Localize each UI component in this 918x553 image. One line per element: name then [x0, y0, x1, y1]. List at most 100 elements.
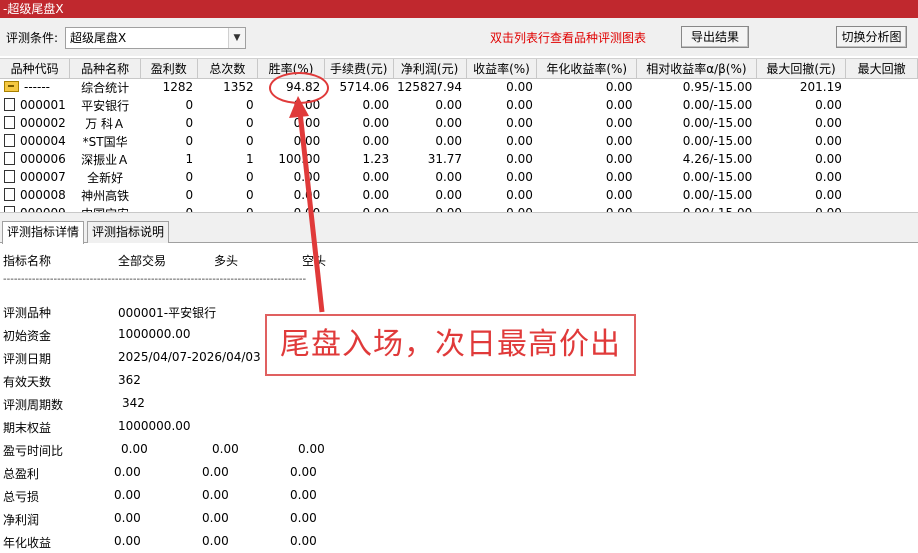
- column-header[interactable]: 年化收益率(%): [536, 59, 638, 79]
- table-row[interactable]: 000009中国宝安000.000.000.000.000.000.00/-15…: [0, 204, 918, 212]
- metric-value-long: 0.00: [202, 488, 229, 502]
- code-text: 000004: [20, 134, 66, 148]
- cell-name: 万 科Ａ: [85, 116, 126, 131]
- metric-label: 盈亏时间比: [3, 444, 64, 458]
- cell-ret: 0.00: [506, 188, 533, 202]
- detail-header-short: 空头: [302, 254, 327, 268]
- column-header[interactable]: 品种名称: [69, 59, 141, 79]
- condition-select[interactable]: 超级尾盘X ▼: [65, 27, 246, 49]
- hint-text: 双击列表行查看品种评测图表: [490, 31, 647, 45]
- cell-annual: 0.00: [537, 204, 637, 212]
- cell-empty: [846, 150, 918, 168]
- cell-dd: 0.00: [815, 116, 842, 130]
- metric-label: 评测品种: [3, 306, 52, 320]
- metric-value-long: 0.00: [202, 465, 229, 479]
- metric-value-all: 000001-平安银行: [118, 306, 217, 320]
- table-row[interactable]: 000001 平安银行 0 0 0.00 0.00 0.00 0.00 0.00 0.00/-15…: [0, 96, 918, 114]
- metric-value-all: 342: [122, 396, 145, 410]
- column-header[interactable]: 净利润(元): [393, 59, 467, 79]
- tab-bar: 评测指标详情 评测指标说明: [0, 217, 918, 244]
- metric-label: 净利润: [3, 513, 40, 527]
- cell-annual: 0.00: [605, 134, 633, 148]
- tab-description[interactable]: 评测指标说明: [87, 221, 170, 243]
- chevron-down-icon[interactable]: ▼: [228, 28, 245, 48]
- cell-rel: 0.00/-15.00: [682, 188, 753, 202]
- cell-profit: 0.00: [435, 170, 463, 184]
- table-row[interactable]: 000006 深振业Ａ 1 1 100.00 1.23 31.77 0.00 0.00 4.26/…: [0, 150, 918, 168]
- metric-label: 有效天数: [3, 375, 52, 389]
- cell-annual: 0.00: [605, 152, 633, 166]
- cell-rel: 0.95/-15.00: [682, 80, 753, 95]
- column-header[interactable]: 总次数: [197, 59, 259, 79]
- metric-value-all: 0.00: [114, 488, 141, 502]
- cell-profit: 0.00: [435, 98, 463, 112]
- cell-fee: 0.00: [362, 116, 390, 130]
- cell-rate: 0.00: [293, 188, 321, 202]
- metric-value-all: 1000000.00: [118, 327, 191, 341]
- cell-empty: [846, 114, 918, 132]
- document-icon: [4, 134, 15, 147]
- cell-name: *ST国华: [82, 134, 128, 149]
- column-header[interactable]: 品种代码: [0, 59, 71, 79]
- table-row[interactable]: 000008 神州高铁 0 0 0.00 0.00 0.00 0.00 0.00 0.00/-15…: [0, 186, 918, 204]
- cell-profit: 125827.94: [397, 80, 463, 95]
- detail-header-all: 全部交易: [118, 254, 167, 268]
- column-header[interactable]: 盈利数: [140, 59, 198, 79]
- cell-name: 综合统计: [81, 80, 130, 95]
- metric-value-long: 0.00: [202, 511, 229, 525]
- cell-fee: 0.00: [362, 188, 390, 202]
- metric-label: 年化收益: [3, 536, 52, 550]
- metric-value-all: 0.00: [121, 442, 148, 456]
- cell-dd: 0.00: [815, 170, 842, 184]
- metric-value-short: 0.00: [298, 442, 325, 456]
- toolbar: 评测条件: 超级尾盘X ▼ 双击列表行查看品种评测图表 导出结果 切换分析图: [0, 18, 918, 56]
- cell-win: 0: [185, 134, 194, 148]
- document-icon: [4, 188, 15, 201]
- cell-rel: 0.00/-15.00: [682, 98, 753, 112]
- cell-fee: 5714.06: [339, 80, 390, 95]
- column-header[interactable]: 手续费(元): [324, 59, 394, 79]
- metric-value-short: 0.00: [290, 488, 317, 502]
- code-text: 000002: [20, 116, 66, 130]
- detail-separator: ----------------------------------------…: [3, 274, 307, 285]
- column-header[interactable]: 最大回撤: [845, 59, 918, 79]
- cell-profit: 0.00: [393, 204, 466, 212]
- metric-label: 评测周期数: [3, 398, 64, 412]
- export-button[interactable]: 导出结果: [681, 26, 749, 48]
- table-row[interactable]: ------ 综合统计 1282 1352 94.82 5714.06 125827.94 0…: [0, 78, 918, 96]
- metric-value-all: 2025/04/07-2026/04/03: [118, 350, 261, 364]
- cell-empty: [846, 168, 918, 186]
- cell-dd: 0.00: [815, 188, 842, 202]
- cell-code: 000006: [0, 150, 70, 168]
- cell-rate: 0.00: [258, 204, 325, 212]
- tab-detail[interactable]: 评测指标详情: [2, 221, 85, 244]
- cell-fee: 0.00: [362, 134, 390, 148]
- table-row[interactable]: 000004 *ST国华 0 0 0.00 0.00 0.00 0.00 0.00 0.00/-1…: [0, 132, 918, 150]
- cell-empty: [846, 96, 918, 114]
- cell-empty: [846, 204, 918, 212]
- cell-dd: 201.19: [799, 80, 842, 95]
- cell-total: 0: [246, 116, 254, 130]
- metric-label: 评测日期: [3, 352, 52, 366]
- cell-dd: 0.00: [815, 98, 842, 112]
- condition-value: 超级尾盘X: [70, 31, 127, 45]
- cell-dd: 0.00: [815, 134, 842, 148]
- condition-label: 评测条件:: [6, 31, 59, 45]
- cell-win: 1282: [162, 80, 194, 95]
- column-header[interactable]: 相对收益率α/β(%): [636, 59, 757, 79]
- column-header[interactable]: 最大回撤(元): [756, 59, 847, 79]
- table-row[interactable]: 000002 万 科Ａ 0 0 0.00 0.00 0.00 0.00 0.00 0.00/-15…: [0, 114, 918, 132]
- cell-name: 全新好: [87, 170, 124, 185]
- cell-profit: 31.77: [427, 152, 463, 166]
- cell-ret: 0.00: [466, 204, 537, 212]
- cell-empty: [846, 132, 918, 150]
- column-header[interactable]: 收益率(%): [466, 59, 538, 79]
- cell-rel: 0.00/-15.00: [637, 204, 757, 212]
- cell-profit: 0.00: [435, 188, 463, 202]
- table-row[interactable]: 000007 全新好 0 0 0.00 0.00 0.00 0.00 0.00 0.00/-15.…: [0, 168, 918, 186]
- cell-fee: 0.00: [362, 170, 390, 184]
- metric-label: 期末权益: [3, 421, 52, 435]
- cell-code: 000002: [0, 114, 70, 132]
- switch-chart-button[interactable]: 切换分析图: [836, 26, 907, 48]
- cell-profit: 0.00: [435, 134, 463, 148]
